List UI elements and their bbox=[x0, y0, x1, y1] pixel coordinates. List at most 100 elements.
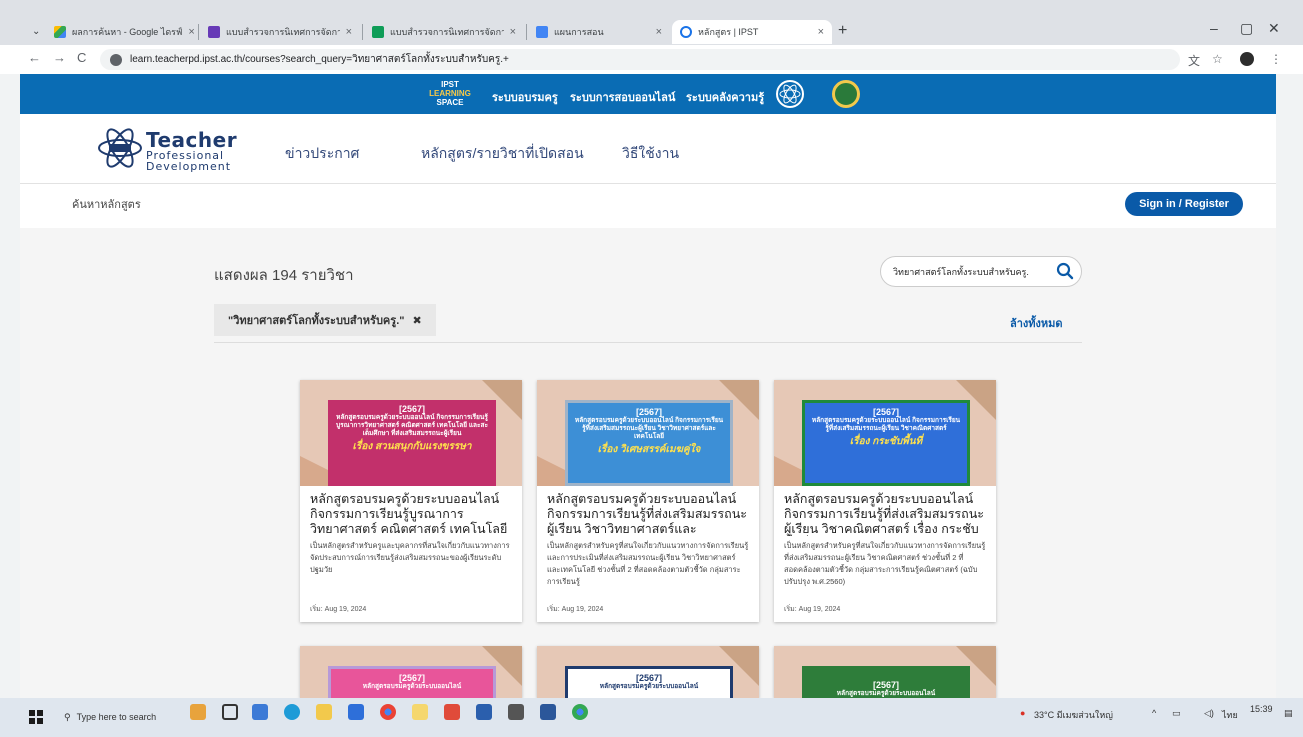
close-icon[interactable]: × bbox=[656, 26, 662, 38]
weather-icon[interactable]: ● bbox=[1020, 708, 1025, 718]
clock[interactable]: 15:39 bbox=[1250, 704, 1273, 714]
remove-filter-icon[interactable]: ✖ bbox=[412, 314, 421, 327]
search-icon[interactable] bbox=[1056, 262, 1074, 280]
browser-tab[interactable]: แผนการสอน × bbox=[528, 20, 670, 44]
divider bbox=[214, 342, 1082, 343]
course-card[interactable]: [2567] หลักสูตรอบรมครูด้วยระบบออนไลน์ bbox=[537, 646, 759, 698]
forms-icon bbox=[208, 26, 220, 38]
course-thumbnail: [2567] หลักสูตรอบรมครูด้วยระบบออนไลน์ bbox=[537, 646, 759, 698]
course-start-date: เริ่ม: Aug 19, 2024 bbox=[784, 606, 841, 613]
chrome-active-icon[interactable] bbox=[572, 704, 588, 720]
notifications-icon[interactable]: ▤ bbox=[1284, 708, 1293, 719]
nav-how-to-use[interactable]: วิธีใช้งาน bbox=[622, 143, 679, 165]
course-description: เป็นหลักสูตรสำหรับครูและบุคลากรที่สนใจเก… bbox=[310, 541, 510, 574]
game-icon[interactable] bbox=[508, 704, 524, 720]
sign-in-register-button[interactable]: Sign in / Register bbox=[1125, 192, 1243, 216]
filter-chip[interactable]: "วิทยาศาสตร์โลกทั้งระบบสำหรับครู." ✖ bbox=[214, 304, 436, 336]
tab-label: แผนการสอน bbox=[554, 27, 604, 37]
course-card[interactable]: [2567] หลักสูตรอบรมครูด้วยระบบออนไลน์ กิ… bbox=[774, 380, 996, 622]
close-icon[interactable]: × bbox=[188, 26, 194, 38]
menu-kebab-icon[interactable]: ⋮ bbox=[1270, 52, 1282, 66]
mail-icon[interactable] bbox=[348, 704, 364, 720]
chrome-icon[interactable] bbox=[380, 704, 396, 720]
google-drive-icon bbox=[54, 26, 66, 38]
taskbar-search-box[interactable]: ⚲ Type here to search bbox=[58, 705, 178, 729]
site-info-icon[interactable] bbox=[110, 53, 122, 66]
tpd-brand[interactable]: Teacher Professional Development bbox=[146, 130, 237, 172]
window-close-icon[interactable]: ✕ bbox=[1268, 20, 1280, 37]
course-title[interactable]: หลักสูตรอบรมครูด้วยระบบออนไลน์ กิจกรรมกา… bbox=[537, 486, 759, 536]
search-courses-link[interactable]: ค้นหาหลักสูตร bbox=[72, 195, 141, 213]
ipst-learning-space-logo[interactable]: IPST LEARNING SPACE bbox=[426, 80, 474, 107]
close-icon[interactable]: × bbox=[346, 26, 352, 38]
topnav-online-exam[interactable]: ระบบการสอบออนไลน์ bbox=[570, 88, 675, 106]
course-title[interactable]: หลักสูตรอบรมครูด้วยระบบออนไลน์ กิจกรรมกา… bbox=[300, 486, 522, 536]
tab-label: แบบสำรวจการนิเทศการจัดการเรียนรู้ของครู bbox=[390, 27, 504, 37]
ipst-icon bbox=[680, 26, 692, 38]
widgets-icon[interactable] bbox=[190, 704, 206, 720]
back-icon[interactable]: ← bbox=[28, 50, 41, 65]
clear-all-link[interactable]: ล้างทั้งหมด bbox=[1010, 314, 1063, 332]
notes-icon[interactable] bbox=[412, 704, 428, 720]
app-icon[interactable] bbox=[476, 704, 492, 720]
close-icon[interactable]: × bbox=[818, 26, 824, 38]
thumbnail-panel: [2567] หลักสูตรอบรมครูด้วยระบบออนไลน์ กิ… bbox=[802, 400, 970, 486]
tab-label: หลักสูตร | IPST bbox=[698, 27, 759, 37]
course-thumbnail: [2567] หลักสูตรอบรมครูด้วยระบบออนไลน์ bbox=[774, 646, 996, 698]
maximize-icon[interactable]: ▢ bbox=[1240, 20, 1253, 37]
course-search-input[interactable]: วิทยาศาสตร์โลกทั้งระบบสำหรับครู. bbox=[880, 256, 1082, 287]
tpd-atom-logo-icon[interactable] bbox=[97, 123, 143, 173]
course-card[interactable]: [2567] หลักสูตรอบรมครูด้วยระบบออนไลน์ กิ… bbox=[300, 380, 522, 622]
browser-tab-active[interactable]: หลักสูตร | IPST × bbox=[672, 20, 832, 44]
browser-tab[interactable]: ผลการค้นหา - Google ไดรฟ์ × bbox=[46, 20, 196, 44]
topnav-knowledge-bank[interactable]: ระบบคลังความรู้ bbox=[686, 88, 764, 106]
close-icon[interactable]: × bbox=[510, 26, 516, 38]
tab-search-icon[interactable]: ⌄ bbox=[32, 26, 40, 37]
nav-news[interactable]: ข่าวประกาศ bbox=[285, 143, 359, 165]
word-icon[interactable] bbox=[540, 704, 556, 720]
forward-icon[interactable]: → bbox=[53, 50, 66, 65]
volume-icon[interactable]: ◁) bbox=[1204, 708, 1214, 719]
thumbnail-panel: [2567] หลักสูตรอบรมครูด้วยระบบออนไลน์ bbox=[802, 666, 970, 698]
course-card[interactable]: [2567] หลักสูตรอบรมครูด้วยระบบออนไลน์ กิ… bbox=[537, 380, 759, 622]
browser-tab[interactable]: แบบสำรวจการนิเทศการจัดการเรียนรู้ของครู … bbox=[200, 20, 360, 44]
thumbnail-panel: [2567] หลักสูตรอบรมครูด้วยระบบออนไลน์ กิ… bbox=[328, 400, 496, 486]
nav-courses[interactable]: หลักสูตร/รายวิชาที่เปิดสอน bbox=[421, 143, 584, 165]
network-icon[interactable]: ▭ bbox=[1172, 708, 1181, 719]
course-card[interactable]: [2567] หลักสูตรอบรมครูด้วยระบบออนไลน์ bbox=[774, 646, 996, 698]
file-explorer-icon[interactable] bbox=[316, 704, 332, 720]
ministry-seal-icon[interactable] bbox=[832, 80, 860, 108]
reload-icon[interactable]: C bbox=[77, 50, 86, 65]
atom-emblem-icon[interactable] bbox=[776, 80, 804, 108]
course-card[interactable]: [2567] หลักสูตรอบรมครูด้วยระบบออนไลน์ bbox=[300, 646, 522, 698]
search-input-value: วิทยาศาสตร์โลกทั้งระบบสำหรับครู. bbox=[893, 266, 1029, 277]
results-count: แสดงผล 194 รายวิชา bbox=[214, 267, 354, 284]
windows-start-icon[interactable] bbox=[29, 710, 43, 724]
docs-icon bbox=[536, 26, 548, 38]
course-description: เป็นหลักสูตรสำหรับครูที่สนใจเกี่ยวกับแนว… bbox=[784, 541, 986, 586]
course-thumbnail: [2567] หลักสูตรอบรมครูด้วยระบบออนไลน์ กิ… bbox=[537, 380, 759, 486]
weather-text[interactable]: 33°C มีเมฆส่วนใหญ่ bbox=[1034, 708, 1113, 722]
thumbnail-panel: [2567] หลักสูตรอบรมครูด้วยระบบออนไลน์ bbox=[328, 666, 496, 698]
topnav-teacher-training[interactable]: ระบบอบรมครู bbox=[492, 88, 558, 106]
sheets-icon bbox=[372, 26, 384, 38]
input-language[interactable]: ไทย bbox=[1222, 708, 1238, 722]
taskbar-search-placeholder: Type here to search bbox=[76, 712, 157, 722]
edge-icon[interactable] bbox=[284, 704, 300, 720]
tab-separator bbox=[198, 24, 199, 40]
task-view-icon[interactable] bbox=[222, 704, 238, 720]
filter-chip-label: "วิทยาศาสตร์โลกทั้งระบบสำหรับครู." bbox=[228, 315, 405, 327]
translate-icon[interactable]: 文 bbox=[1188, 52, 1200, 69]
minimize-icon[interactable]: – bbox=[1210, 20, 1218, 36]
app-icon[interactable] bbox=[252, 704, 268, 720]
acrobat-icon[interactable] bbox=[444, 704, 460, 720]
profile-avatar[interactable] bbox=[1240, 52, 1254, 66]
bookmark-star-icon[interactable]: ☆ bbox=[1212, 52, 1223, 66]
course-title[interactable]: หลักสูตรอบรมครูด้วยระบบออนไลน์ กิจกรรมกา… bbox=[774, 486, 996, 536]
browser-tab[interactable]: แบบสำรวจการนิเทศการจัดการเรียนรู้ของครู … bbox=[364, 20, 524, 44]
new-tab-button[interactable]: + bbox=[838, 22, 847, 40]
tray-chevron-icon[interactable]: ^ bbox=[1152, 708, 1156, 718]
course-thumbnail: [2567] หลักสูตรอบรมครูด้วยระบบออนไลน์ bbox=[300, 646, 522, 698]
url-bar[interactable]: learn.teacherpd.ipst.ac.th/courses?searc… bbox=[100, 49, 1180, 70]
url-text: learn.teacherpd.ipst.ac.th/courses?searc… bbox=[130, 54, 509, 65]
